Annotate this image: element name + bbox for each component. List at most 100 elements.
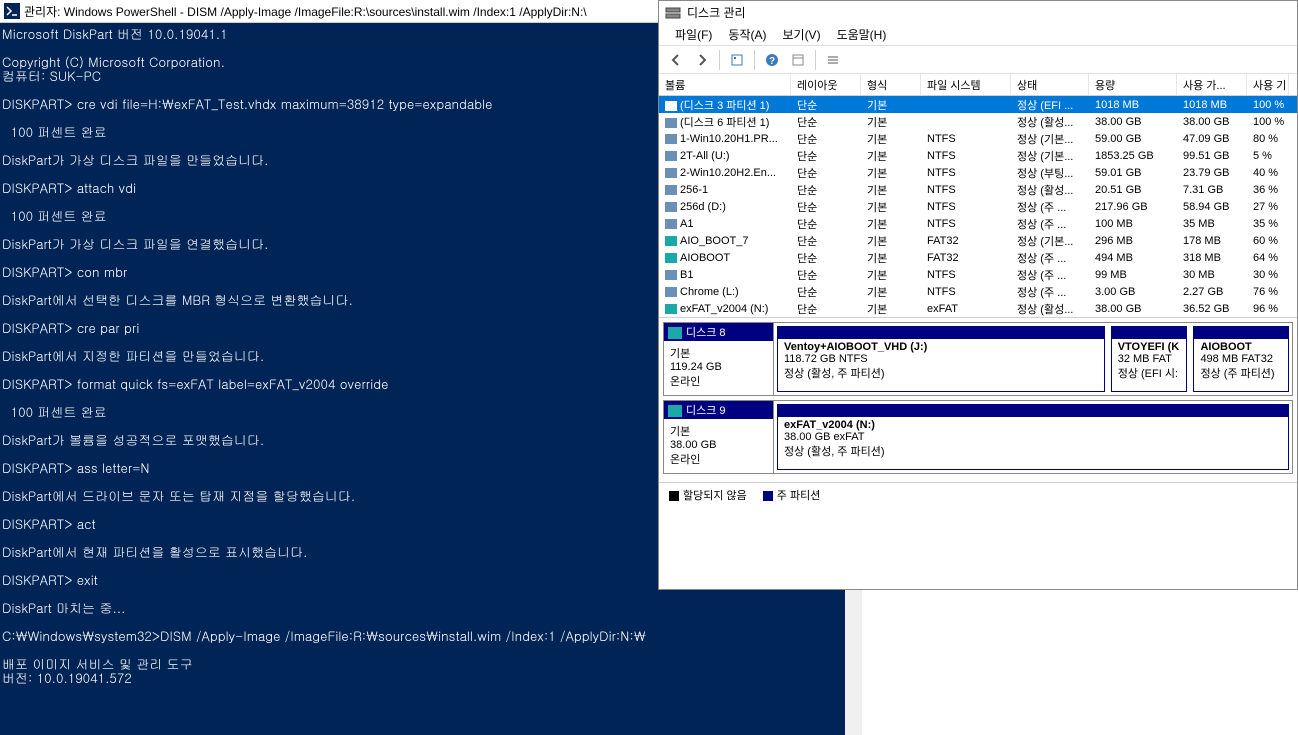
disk-label[interactable]: 디스크 9기본38.00 GB온라인: [664, 401, 774, 473]
cell: 단순: [791, 97, 861, 113]
cell: 494 MB: [1089, 252, 1177, 264]
legend-unallocated: 할당되지 않음: [669, 487, 747, 503]
cell: 단순: [791, 267, 861, 283]
cell: FAT32: [921, 235, 1011, 247]
cell: NTFS: [921, 269, 1011, 281]
col-status[interactable]: 상태: [1011, 74, 1089, 95]
disk-label[interactable]: 디스크 8기본119.24 GB온라인: [664, 323, 774, 395]
volume-row[interactable]: (디스크 6 파티션 1)단순기본정상 (활성...38.00 GB38.00 …: [659, 113, 1297, 130]
powershell-icon: [4, 3, 20, 19]
terminal-line: C:\Windows\system32>DISM /Apply-Image /I…: [2, 629, 860, 643]
cell: 2-Win10.20H2.En...: [659, 167, 791, 179]
volume-row[interactable]: AIOBOOT단순기본FAT32정상 (주 ...494 MB318 MB64 …: [659, 249, 1297, 266]
cell: 단순: [791, 250, 861, 266]
menu-item[interactable]: 파일(F): [667, 24, 720, 45]
cell: 30 %: [1247, 269, 1289, 281]
back-button[interactable]: [665, 49, 687, 71]
separator: [815, 50, 816, 70]
drive-icon: [665, 287, 677, 297]
cell: 99.51 GB: [1177, 150, 1247, 162]
col-percent[interactable]: 사용 기: [1247, 74, 1289, 95]
volume-row[interactable]: AIO_BOOT_7단순기본FAT32정상 (기본...296 MB178 MB…: [659, 232, 1297, 249]
cell: 정상 (주 ...: [1011, 250, 1089, 266]
cell: 20.51 GB: [1089, 184, 1177, 196]
forward-button[interactable]: [691, 49, 713, 71]
partition[interactable]: Ventoy+AIOBOOT_VHD (J:)118.72 GB NTFS정상 …: [777, 326, 1105, 392]
cell: 35 %: [1247, 218, 1289, 230]
cell: 30 MB: [1177, 269, 1247, 281]
cell: 단순: [791, 165, 861, 181]
list-button[interactable]: [822, 49, 844, 71]
cell: 정상 (기본...: [1011, 131, 1089, 147]
cell: (디스크 3 파티션 1): [659, 97, 791, 113]
drive-icon: [665, 134, 677, 144]
cell: 100 %: [1247, 116, 1289, 128]
cell: 27 %: [1247, 201, 1289, 213]
col-layout[interactable]: 레이아웃: [791, 74, 861, 95]
diskmgmt-title: 디스크 관리: [687, 4, 746, 21]
disk-icon: [668, 405, 682, 417]
menu-item[interactable]: 동작(A): [720, 24, 774, 45]
diskmgmt-titlebar[interactable]: 디스크 관리: [659, 1, 1297, 24]
menu-item[interactable]: 도움말(H): [829, 24, 895, 45]
disk-header: 디스크 9: [664, 401, 773, 419]
refresh-button[interactable]: [726, 49, 748, 71]
cell: NTFS: [921, 184, 1011, 196]
volume-row[interactable]: 256-1단순기본NTFS정상 (활성...20.51 GB7.31 GB36 …: [659, 181, 1297, 198]
cell: 단순: [791, 199, 861, 215]
cell: 1018 MB: [1089, 99, 1177, 111]
volume-row[interactable]: 256d (D:)단순기본NTFS정상 (주 ...217.96 GB58.94…: [659, 198, 1297, 215]
cell: (디스크 6 파티션 1): [659, 114, 791, 130]
menu-item[interactable]: 보기(V): [774, 24, 828, 45]
cell: 318 MB: [1177, 252, 1247, 264]
drive-icon: [665, 253, 677, 263]
partition[interactable]: AIOBOOT498 MB FAT32정상 (주 파티션): [1193, 326, 1289, 392]
cell: 5 %: [1247, 150, 1289, 162]
partition-status: 정상 (활성, 주 파티션): [784, 365, 1098, 381]
cell: 217.96 GB: [1089, 201, 1177, 213]
volume-row[interactable]: A1단순기본NTFS정상 (주 ...100 MB35 MB35 %: [659, 215, 1297, 232]
volume-row[interactable]: 2-Win10.20H2.En...단순기본NTFS정상 (부팅...59.01…: [659, 164, 1297, 181]
disk-partitions: Ventoy+AIOBOOT_VHD (J:)118.72 GB NTFS정상 …: [774, 323, 1292, 395]
cell: exFAT_v2004 (N:): [659, 303, 791, 315]
cell: 59.00 GB: [1089, 133, 1177, 145]
cell: 7.31 GB: [1177, 184, 1247, 196]
cell: 38.00 GB: [1089, 303, 1177, 315]
cell: 기본: [861, 182, 921, 198]
cell: 기본: [861, 233, 921, 249]
partition[interactable]: exFAT_v2004 (N:)38.00 GB exFAT정상 (활성, 주 …: [777, 404, 1289, 470]
disk-icon: [668, 327, 682, 339]
col-capacity[interactable]: 용량: [1089, 74, 1177, 95]
partition[interactable]: VTOYEFI (K32 MB FAT정상 (EFI 시:: [1111, 326, 1188, 392]
list-header: 볼륨 레이아웃 형식 파일 시스템 상태 용량 사용 가... 사용 기: [659, 74, 1297, 96]
volume-row[interactable]: B1단순기본NTFS정상 (주 ...99 MB30 MB30 %: [659, 266, 1297, 283]
col-type[interactable]: 형식: [861, 74, 921, 95]
cell: 64 %: [1247, 252, 1289, 264]
col-volume[interactable]: 볼륨: [659, 74, 791, 95]
volume-row[interactable]: Chrome (L:)단순기본NTFS정상 (주 ...3.00 GB2.27 …: [659, 283, 1297, 300]
cell: 59.01 GB: [1089, 167, 1177, 179]
cell: Chrome (L:): [659, 286, 791, 298]
legend-primary: 주 파티션: [763, 487, 821, 503]
cell: 정상 (기본...: [1011, 233, 1089, 249]
col-free[interactable]: 사용 가...: [1177, 74, 1247, 95]
cell: 40 %: [1247, 167, 1289, 179]
partition-name: AIOBOOT: [1200, 341, 1282, 353]
drive-icon: [665, 236, 677, 246]
volume-row[interactable]: 2T-All (U:)단순기본NTFS정상 (기본...1853.25 GB99…: [659, 147, 1297, 164]
help-button[interactable]: ?: [761, 49, 783, 71]
volume-row[interactable]: (디스크 3 파티션 1)단순기본정상 (EFI ...1018 MB1018 …: [659, 96, 1297, 113]
partition-name: exFAT_v2004 (N:): [784, 419, 1282, 431]
cell: 76 %: [1247, 286, 1289, 298]
volume-row[interactable]: 1-Win10.20H1.PR...단순기본NTFS정상 (기본...59.00…: [659, 130, 1297, 147]
volume-row[interactable]: exFAT_v2004 (N:)단순기본exFAT정상 (활성...38.00 …: [659, 300, 1297, 317]
cell: 정상 (부팅...: [1011, 165, 1089, 181]
cell: NTFS: [921, 201, 1011, 213]
drive-icon: [665, 168, 677, 178]
drive-icon: [665, 219, 677, 229]
col-filesystem[interactable]: 파일 시스템: [921, 74, 1011, 95]
cell: 정상 (주 ...: [1011, 199, 1089, 215]
cell: NTFS: [921, 150, 1011, 162]
powershell-title: 관리자: Windows PowerShell - DISM /Apply-Im…: [24, 3, 587, 20]
properties-button[interactable]: [787, 49, 809, 71]
